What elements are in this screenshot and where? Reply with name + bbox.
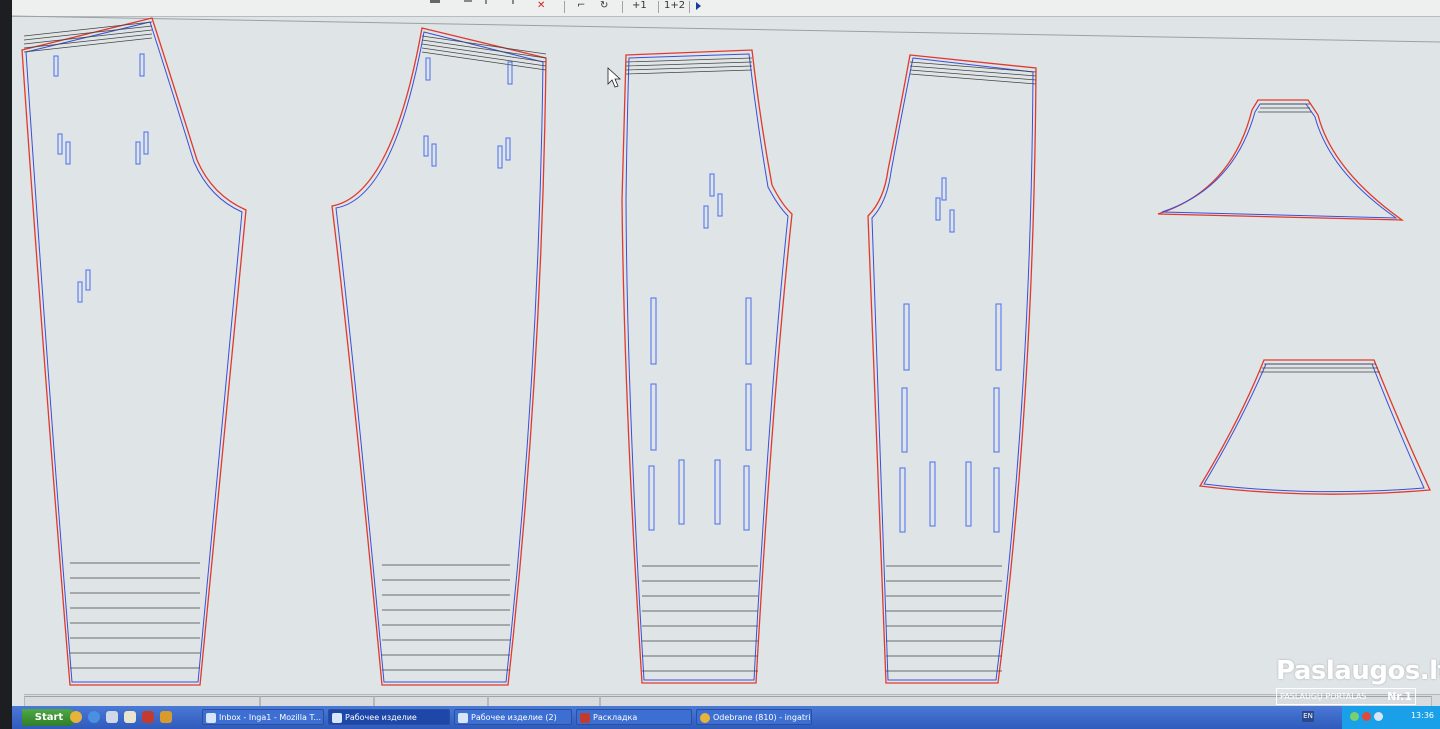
thunderbird-icon — [206, 713, 216, 723]
task-layout[interactable]: Раскладка — [576, 709, 692, 725]
task-working-item-2[interactable]: Рабочее изделие (2) — [454, 709, 572, 725]
window-icon — [458, 713, 468, 723]
briefcase-icon[interactable] — [160, 711, 172, 723]
task-working-item[interactable]: Рабочее изделие — [328, 709, 450, 725]
watermark-subtitle-box: PASLAUGŲ PORTALAS Nr.1 — [1276, 688, 1416, 705]
window-icon — [332, 713, 342, 723]
security-icon[interactable] — [1362, 712, 1371, 721]
chrome-icon[interactable] — [70, 711, 82, 723]
system-tray: EN 13:36 — [1302, 706, 1440, 729]
pattern-piece-cuff[interactable] — [1198, 359, 1431, 495]
watermark-subtitle: PASLAUGŲ PORTALAS — [1280, 692, 1367, 701]
folder-icon[interactable] — [124, 711, 136, 723]
explorer-icon[interactable] — [106, 711, 118, 723]
network-icon[interactable] — [1350, 712, 1359, 721]
pattern-piece-back-left[interactable] — [21, 17, 247, 686]
chrome-icon — [700, 713, 710, 723]
layout-icon — [580, 713, 590, 723]
watermark-badge: Nr.1 — [1387, 690, 1412, 703]
app-icon[interactable] — [142, 711, 154, 723]
watermark-title: Paslaugos.lt — [1276, 656, 1440, 686]
mouse-cursor-icon — [607, 67, 622, 88]
watermark: Paslaugos.lt PASLAUGŲ PORTALAS Nr.1 — [1276, 656, 1440, 706]
pattern-piece-back-right[interactable] — [331, 27, 547, 686]
pattern-canvas[interactable] — [12, 0, 1440, 694]
taskbar: Start Inbox - Inga1 - Mozilla T... Рабоч… — [12, 706, 1440, 729]
task-chrome-inbox[interactable]: Odebrane (810) - ingatri... — [696, 709, 812, 725]
volume-icon[interactable] — [1374, 712, 1383, 721]
clock[interactable]: 13:36 — [1411, 711, 1434, 720]
canvas-edge-line — [12, 15, 1440, 43]
task-thunderbird[interactable]: Inbox - Inga1 - Mozilla T... — [202, 709, 324, 725]
pattern-piece-front-right[interactable] — [867, 54, 1037, 684]
pattern-piece-yoke-top[interactable] — [1157, 99, 1405, 221]
language-indicator[interactable]: EN — [1302, 711, 1314, 722]
browser-icon[interactable] — [88, 711, 100, 723]
pattern-piece-front-left[interactable] — [621, 49, 793, 684]
start-button[interactable]: Start — [22, 709, 76, 726]
cad-screen: ✕ ⌐ ↻ +1 1+2 — [12, 0, 1440, 729]
